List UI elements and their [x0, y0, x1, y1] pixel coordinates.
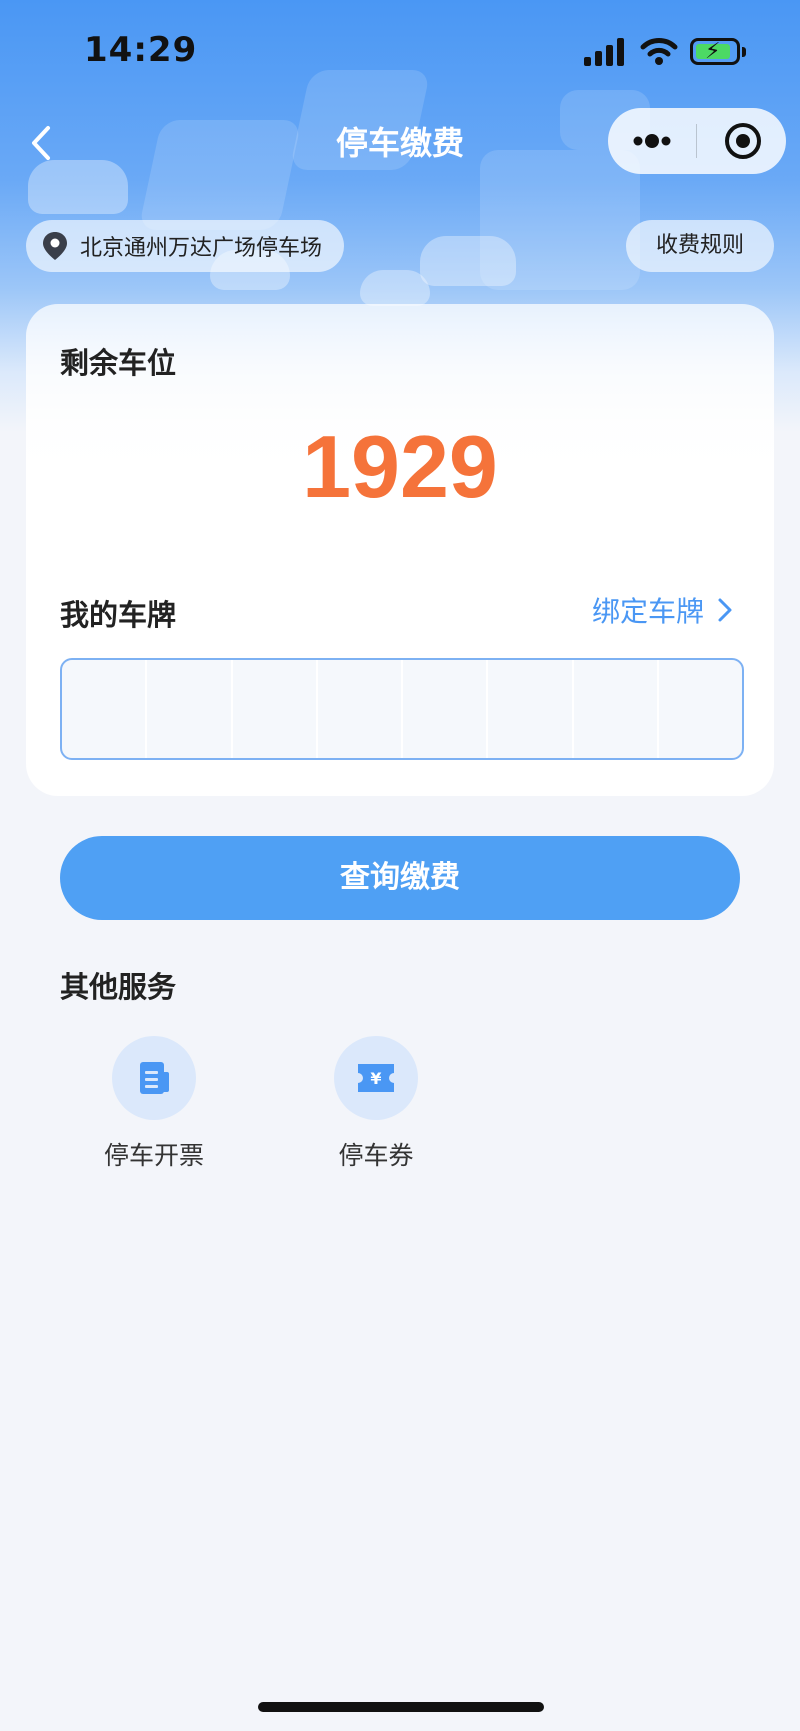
plate-cell[interactable] [659, 660, 742, 758]
query-payment-button[interactable]: 查询缴费 [60, 836, 740, 920]
plate-cell[interactable] [318, 660, 403, 758]
fee-rules-button[interactable]: 收费规则 [626, 220, 774, 272]
close-target-icon[interactable] [705, 108, 785, 174]
service-label: 停车券 [338, 1141, 414, 1170]
service-parking-invoice[interactable]: 停车开票 [64, 1036, 244, 1172]
other-services-title: 其他服务 [60, 970, 177, 1004]
mini-program-capsule [608, 108, 786, 174]
parking-card: 剩余车位 1929 我的车牌 绑定车牌 [26, 304, 774, 796]
bind-plate-link[interactable]: 绑定车牌 [592, 590, 734, 630]
invoice-icon [112, 1036, 196, 1120]
parking-location[interactable]: 北京通州万达广场停车场 [26, 220, 345, 272]
service-label: 停车开票 [103, 1141, 204, 1170]
plate-cell[interactable] [233, 660, 318, 758]
service-parking-coupon[interactable]: ¥ 停车券 [286, 1036, 466, 1172]
battery-icon: ⚡ [690, 38, 746, 65]
remaining-spaces-count: 1929 [302, 417, 498, 516]
plate-cell[interactable] [62, 660, 148, 758]
status-time: 14:29 [84, 30, 198, 70]
more-icon[interactable] [608, 108, 696, 174]
capsule-divider [696, 124, 697, 158]
signal-icon [584, 38, 626, 66]
status-bar: 14:29 ⚡ [0, 0, 800, 100]
location-pin-icon [43, 232, 67, 260]
plate-input[interactable] [60, 658, 744, 760]
home-indicator [258, 1702, 544, 1712]
my-plate-label: 我的车牌 [60, 598, 177, 632]
ticket-icon: ¥ [334, 1036, 418, 1120]
remaining-spaces-label: 剩余车位 [60, 346, 177, 380]
chevron-right-icon [718, 598, 732, 622]
bind-plate-label: 绑定车牌 [591, 595, 704, 628]
wifi-icon [640, 38, 678, 65]
plate-cell[interactable] [488, 660, 574, 758]
plate-cell[interactable] [574, 660, 659, 758]
location-name: 北京通州万达广场停车场 [80, 236, 323, 261]
plate-cell[interactable] [147, 660, 233, 758]
plate-cell[interactable] [403, 660, 489, 758]
svg-text:¥: ¥ [370, 1069, 381, 1088]
